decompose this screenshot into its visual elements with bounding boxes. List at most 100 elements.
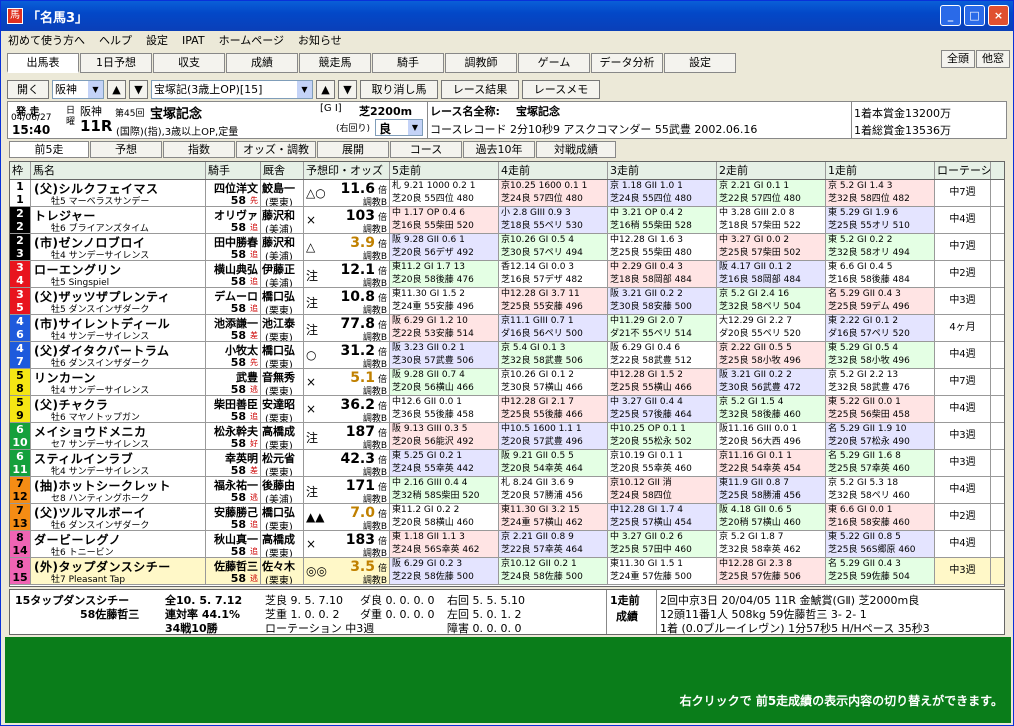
tab-seiseki[interactable]: 成績: [226, 53, 298, 73]
tab-chokyoshi[interactable]: 調教師: [445, 53, 517, 73]
jockey-cell[interactable]: オリヴァ 58 追: [206, 207, 261, 233]
horse-cell[interactable]: メイショウドメニカ セ7 サンデーサイレンス: [31, 423, 206, 449]
odds-cell[interactable]: × 183 倍調教B: [304, 531, 390, 557]
odds-cell[interactable]: 注 171 倍調教B: [304, 477, 390, 503]
menu-settings[interactable]: 設定: [139, 32, 175, 48]
table-row[interactable]: 3 5 (父)ザッツザプレンティ 牡5 ダンスインザダーク デムーロ 58 追橋口弘 (栗東)…: [10, 288, 1004, 315]
minimize-button[interactable]: _: [940, 5, 961, 26]
odds-cell[interactable]: ○ 31.2 倍調教B: [304, 342, 390, 368]
odds-cell[interactable]: ▲▲ 7.0 倍調教B: [304, 504, 390, 530]
table-row[interactable]: 1 1 (父)シルクフェイマス 牡5 マーベラスサンデー 四位洋文 58 先鮫島一 (栗東) △…: [10, 180, 1004, 207]
horse-cell[interactable]: (父)シルクフェイマス 牡5 マーベラスサンデー: [31, 180, 206, 206]
table-row[interactable]: 4 7 (父)ダイタクバートラム 牡6 ダンスインザダーク 小牧太 58 先橋口弘 (栗東) ○…: [10, 342, 1004, 369]
other-window-button[interactable]: 他窓: [976, 50, 1010, 68]
prev-race-button[interactable]: ▲: [107, 79, 126, 99]
jockey-cell[interactable]: 幸英明 58 差: [206, 450, 261, 476]
scratched-button[interactable]: 取り消し馬: [360, 79, 438, 99]
table-row[interactable]: 8 14 ダービーレグノ 牡6 トニービン 秋山真一 58 追高橋成 (栗東) × 183 倍調教B…: [10, 531, 1004, 558]
odds-cell[interactable]: 42.3 倍調教B: [304, 450, 390, 476]
trainer-cell[interactable]: 音無秀 (栗東): [261, 369, 304, 395]
table-row[interactable]: 3 4 ローエングリン 牡5 Singspiel 横山典弘 58 追伊藤正 (美浦) 注 12.1…: [10, 261, 1004, 288]
trainer-cell[interactable]: 佐々木 (栗東): [261, 558, 304, 584]
odds-cell[interactable]: × 103 倍調教B: [304, 207, 390, 233]
odds-cell[interactable]: ◎◎ 3.5 倍調教B: [304, 558, 390, 584]
horse-cell[interactable]: (市)サイレントディール 牡4 サンデーサイレンス: [31, 315, 206, 341]
horse-cell[interactable]: (父)ツルマルボーイ 牡6 ダンスインザダーク: [31, 504, 206, 530]
trainer-cell[interactable]: 伊藤正 (美浦): [261, 261, 304, 287]
table-row[interactable]: 7 12 (抽)ホットシークレット セ8 ハンティングホーク 福永祐一 58 逃後藤由 (美浦…: [10, 477, 1004, 504]
trainer-cell[interactable]: 高橋成 (栗東): [261, 423, 304, 449]
jockey-cell[interactable]: 池添謙一 58 差: [206, 315, 261, 341]
horse-cell[interactable]: ダービーレグノ 牡6 トニービン: [31, 531, 206, 557]
table-row[interactable]: 2 2 トレジャー 牡6 ブライアンズタイム オリヴァ 58 追藤沢和 (美浦) × 103 倍調教…: [10, 207, 1004, 234]
tab-kishu[interactable]: 騎手: [372, 53, 444, 73]
trainer-cell[interactable]: 松元省 (栗東): [261, 450, 304, 476]
jockey-cell[interactable]: 小牧太 58 先: [206, 342, 261, 368]
next-button[interactable]: ▼: [338, 79, 357, 99]
tab-past10[interactable]: 過去10年: [463, 141, 535, 158]
odds-cell[interactable]: △ 3.9 倍調教B: [304, 234, 390, 260]
menu-ipat[interactable]: IPAT: [175, 34, 212, 47]
horse-cell[interactable]: スティルインラブ 牝4 サンデーサイレンス: [31, 450, 206, 476]
trainer-cell[interactable]: 橋口弘 (栗東): [261, 342, 304, 368]
odds-cell[interactable]: 注 187 倍調教B: [304, 423, 390, 449]
menu-beginner[interactable]: 初めて使う方へ: [1, 32, 92, 48]
tab-data-analysis[interactable]: データ分析: [591, 53, 663, 73]
tab-shutsubahyo[interactable]: 出馬表: [7, 53, 79, 73]
table-row[interactable]: 5 9 (父)チャクラ 牡6 マヤノトップガン 柴田善臣 58 追安達昭 (栗東) × 36.2 倍…: [10, 396, 1004, 423]
race-result-button[interactable]: レース結果: [441, 79, 519, 99]
odds-cell[interactable]: 注 12.1 倍調教B: [304, 261, 390, 287]
table-row[interactable]: 6 11 スティルインラブ 牝4 サンデーサイレンス 幸英明 58 差松元省 (栗東) 42.3…: [10, 450, 1004, 477]
trainer-cell[interactable]: 藤沢和 (美浦): [261, 207, 304, 233]
going-select[interactable]: 良 ▼: [375, 119, 423, 136]
odds-cell[interactable]: × 36.2 倍調教B: [304, 396, 390, 422]
horse-cell[interactable]: (外)タップダンスシチー 牡7 Pleasant Tap: [31, 558, 206, 584]
prev-button[interactable]: ▲: [316, 79, 335, 99]
horse-cell[interactable]: トレジャー 牡6 ブライアンズタイム: [31, 207, 206, 233]
trainer-cell[interactable]: 池江泰 (栗東): [261, 315, 304, 341]
table-row[interactable]: 6 10 メイショウドメニカ セ7 サンデーサイレンス 松永幹夫 58 好高橋成 (栗東) 注 1…: [10, 423, 1004, 450]
odds-cell[interactable]: × 5.1 倍調教B: [304, 369, 390, 395]
next-race-button[interactable]: ▼: [129, 79, 148, 99]
jockey-cell[interactable]: 安藤勝己 58 追: [206, 504, 261, 530]
tab-yoso[interactable]: 予想: [90, 141, 162, 158]
maximize-button[interactable]: □: [964, 5, 985, 26]
menu-help[interactable]: ヘルプ: [92, 32, 139, 48]
tab-course[interactable]: コース: [390, 141, 462, 158]
jockey-cell[interactable]: 武豊 58 逃: [206, 369, 261, 395]
trainer-cell[interactable]: 橋口弘 (栗東): [261, 288, 304, 314]
jockey-cell[interactable]: 柴田善臣 58 追: [206, 396, 261, 422]
race-select[interactable]: 宝塚記(3歳上OP)[15] ▼: [151, 79, 313, 99]
tab-game[interactable]: ゲーム: [518, 53, 590, 73]
tab-ichinichi[interactable]: 1日予想: [80, 53, 152, 73]
odds-cell[interactable]: △○ 11.6 倍調教B: [304, 180, 390, 206]
trainer-cell[interactable]: 藤沢和 (美浦): [261, 234, 304, 260]
trainer-cell[interactable]: 安達昭 (栗東): [261, 396, 304, 422]
jockey-cell[interactable]: 横山典弘 58 追: [206, 261, 261, 287]
trainer-cell[interactable]: 橋口弘 (栗東): [261, 504, 304, 530]
odds-cell[interactable]: 注 77.8 倍調教B: [304, 315, 390, 341]
horse-cell[interactable]: (抽)ホットシークレット セ8 ハンティングホーク: [31, 477, 206, 503]
jockey-cell[interactable]: デムーロ 58 追: [206, 288, 261, 314]
table-row[interactable]: 2 3 (市)ゼンノロブロイ 牡4 サンデーサイレンス 田中勝春 58 追藤沢和 (美浦) △ 3…: [10, 234, 1004, 261]
close-button[interactable]: ×: [988, 5, 1009, 26]
horse-cell[interactable]: ローエングリン 牡5 Singspiel: [31, 261, 206, 287]
jockey-cell[interactable]: 松永幹夫 58 好: [206, 423, 261, 449]
jockey-cell[interactable]: 四位洋文 58 先: [206, 180, 261, 206]
menu-news[interactable]: お知らせ: [291, 32, 349, 48]
horse-cell[interactable]: (市)ゼンノロブロイ 牡4 サンデーサイレンス: [31, 234, 206, 260]
jockey-cell[interactable]: 福永祐一 58 逃: [206, 477, 261, 503]
trainer-cell[interactable]: 後藤由 (美浦): [261, 477, 304, 503]
tab-settei[interactable]: 設定: [664, 53, 736, 73]
tab-odds[interactable]: オッズ・調教: [236, 141, 316, 158]
tab-shisu[interactable]: 指数: [163, 141, 235, 158]
tab-shushi[interactable]: 収支: [153, 53, 225, 73]
tab-head-to-head[interactable]: 対戦成績: [536, 141, 616, 158]
jockey-cell[interactable]: 佐藤哲三 58 逃: [206, 558, 261, 584]
jockey-cell[interactable]: 田中勝春 58 追: [206, 234, 261, 260]
horse-cell[interactable]: (父)ザッツザプレンティ 牡5 ダンスインザダーク: [31, 288, 206, 314]
odds-cell[interactable]: 注 10.8 倍調教B: [304, 288, 390, 314]
table-row[interactable]: 4 6 (市)サイレントディール 牡4 サンデーサイレンス 池添謙一 58 差池江泰 (栗東)…: [10, 315, 1004, 342]
table-row[interactable]: 8 15 (外)タップダンスシチー 牡7 Pleasant Tap 佐藤哲三 58 逃佐々木…: [10, 558, 1004, 585]
open-button[interactable]: 開く: [7, 79, 49, 99]
